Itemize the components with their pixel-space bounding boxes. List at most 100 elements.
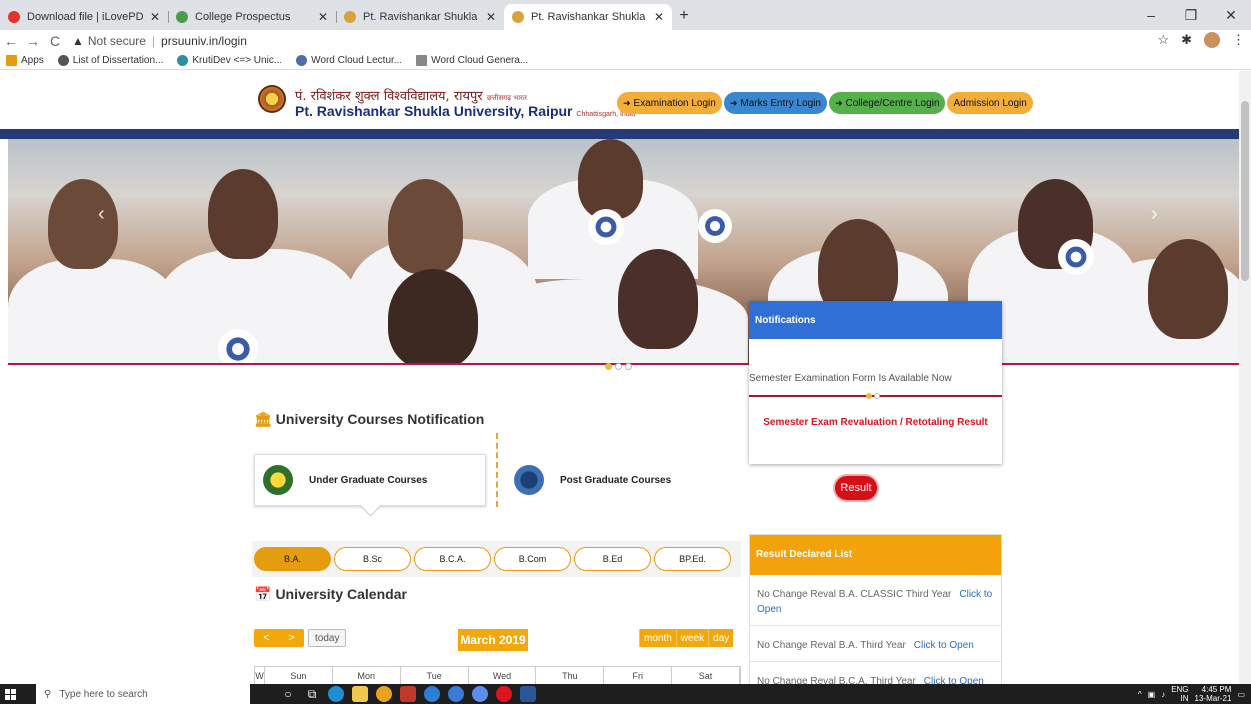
tab-close-icon[interactable]: ✕ (654, 10, 664, 24)
cortana-icon[interactable]: ○ (280, 686, 296, 702)
not-secure-warning-icon[interactable]: ▲ (72, 34, 84, 48)
bookmark-apps[interactable]: Apps (6, 55, 44, 66)
word-icon[interactable] (520, 686, 536, 702)
pill-bca[interactable]: B.C.A. (414, 547, 491, 571)
app-icon[interactable] (400, 686, 416, 702)
page-scrollbar[interactable] (1239, 71, 1251, 684)
admission-login-button[interactable]: Admission Login (947, 92, 1033, 114)
profile-avatar[interactable] (1204, 32, 1220, 48)
pill-bcom[interactable]: B.Com (494, 547, 571, 571)
result-text: No Change Reval B.C.A. Third Year (757, 676, 916, 684)
browser-tab-college-prospectus[interactable]: College Prospectus ✕ (168, 4, 336, 30)
tab-close-icon[interactable]: ✕ (486, 10, 496, 24)
tab-close-icon[interactable]: ✕ (150, 10, 160, 24)
app-icon[interactable] (448, 686, 464, 702)
network-icon[interactable]: ▣ (1148, 690, 1156, 699)
calendar-today-button[interactable]: today (308, 629, 347, 647)
view-day-button[interactable]: day (708, 629, 734, 647)
minimize-button[interactable]: – (1131, 0, 1171, 30)
marks-entry-login-button[interactable]: ➜ Marks Entry Login (723, 92, 827, 114)
university-name-english: Pt. Ravishankar Shukla University, Raipu… (295, 103, 635, 119)
weekday-header: Sat (672, 667, 740, 684)
tray-chevron-icon[interactable]: ^ (1138, 690, 1142, 699)
pill-bsc[interactable]: B.Sc (334, 547, 411, 571)
revaluation-result-link[interactable]: Semester Exam Revaluation / Retotaling R… (749, 417, 1002, 428)
slider-next-icon[interactable]: › (1151, 203, 1158, 226)
bookmark-star-icon[interactable]: ☆ (1157, 32, 1169, 48)
opera-icon[interactable] (496, 686, 512, 702)
view-month-button[interactable]: month (639, 629, 676, 647)
notification-dots (866, 393, 880, 399)
college-centre-login-button[interactable]: ➜ College/Centre Login (828, 92, 946, 114)
cloud-icon (296, 55, 308, 66)
app-icon[interactable] (424, 686, 440, 702)
app-icon[interactable] (472, 686, 488, 702)
click-to-open-link[interactable]: Click to Open (924, 676, 984, 684)
click-to-open-link[interactable]: Click to Open (914, 640, 974, 651)
address-bar[interactable]: ▲ Not secure | prsuuniv.in/login (72, 34, 247, 48)
taskbar-search[interactable]: ⚲ Type here to search (36, 684, 250, 704)
courses-section-title: 🏛 University Courses Notification (254, 411, 484, 428)
search-placeholder: Type here to search (59, 688, 148, 700)
calendar-next-button[interactable]: > (288, 632, 294, 644)
photo-figure (158, 249, 358, 363)
ilovepdf-favicon-icon (8, 11, 20, 23)
toolbar-actions: ☆ ✱ ⋮ (1157, 32, 1245, 48)
weekday-header: Fri (604, 667, 673, 684)
pill-bped[interactable]: BP.Ed. (654, 547, 731, 571)
edge-icon[interactable] (328, 686, 344, 702)
bookmarks-bar: Apps List of Dissertation... KrutiDev <=… (0, 52, 1251, 70)
university-name-hindi: पं. रविशंकर शुक्ल विश्वविद्यालय, रायपुर … (295, 86, 527, 104)
slider-dot[interactable] (615, 363, 622, 370)
maximize-button[interactable]: ❐ (1171, 0, 1211, 30)
menu-icon[interactable]: ⋮ (1232, 32, 1245, 48)
university-logo[interactable] (258, 85, 286, 113)
post-graduate-tab[interactable]: Post Graduate Courses (514, 454, 734, 506)
slider-dot[interactable] (605, 363, 612, 370)
notification-dot[interactable] (874, 393, 880, 399)
taskbar-clock[interactable]: 4:45 PM 13-Mar-21 (1195, 685, 1232, 703)
slider-prev-icon[interactable]: ‹ (98, 203, 105, 226)
bookmark-dissertation[interactable]: List of Dissertation... (57, 55, 163, 66)
graduate-cap-icon (263, 465, 293, 495)
result-declared-panel: Result Declared List No Change Reval B.A… (749, 534, 1002, 684)
result-button[interactable]: Result (835, 476, 877, 500)
file-explorer-icon[interactable] (352, 686, 368, 702)
bookmark-word-cloud-generator[interactable]: Word Cloud Genera... (416, 55, 528, 66)
forward-button[interactable]: → (22, 33, 44, 49)
windows-taskbar: ⚲ Type here to search ○ ⧉ ^ ▣ ♪ ENG IN 4:… (0, 684, 1251, 704)
examination-login-button[interactable]: ➜ Examination Login (617, 92, 722, 114)
browser-tab-ilovepdf[interactable]: Download file | iLovePDF ✕ (0, 4, 168, 30)
view-week-button[interactable]: week (675, 629, 709, 647)
calendar-prev-button[interactable]: < (263, 632, 269, 644)
notification-item[interactable]: Semester Examination Form Is Available N… (749, 373, 952, 384)
bookmark-word-cloud-lecture[interactable]: Word Cloud Lectur... (296, 55, 402, 66)
bookmark-label: Apps (21, 55, 44, 66)
volume-icon[interactable]: ♪ (1161, 690, 1165, 699)
notification-dot[interactable] (866, 393, 872, 399)
pill-ba[interactable]: B.A. (254, 547, 331, 571)
new-tab-button[interactable]: + (672, 4, 696, 30)
url-text[interactable]: prsuuniv.in/login (161, 34, 247, 48)
under-graduate-tab[interactable]: Under Graduate Courses (254, 454, 486, 506)
extensions-icon[interactable]: ✱ (1181, 32, 1192, 48)
language-indicator[interactable]: ENG IN (1171, 685, 1188, 703)
windows-start-icon[interactable] (0, 684, 20, 704)
back-button[interactable]: ← (0, 33, 22, 49)
browser-tab-prsu[interactable]: Pt. Ravishankar Shukla University ✕ (336, 4, 504, 30)
reload-button[interactable]: C (44, 33, 66, 49)
prsu-favicon-icon (512, 11, 524, 23)
slider-dot[interactable] (625, 363, 632, 370)
scrollbar-thumb[interactable] (1241, 101, 1249, 281)
task-view-icon[interactable]: ⧉ (304, 686, 320, 702)
pill-bed[interactable]: B.Ed (574, 547, 651, 571)
tab-close-icon[interactable]: ✕ (318, 10, 328, 24)
header-divider-bar (0, 129, 1239, 139)
shirt-emblem (1058, 239, 1094, 275)
photo-figure (208, 169, 278, 259)
chrome-icon[interactable] (376, 686, 392, 702)
notifications-icon[interactable]: ▭ (1237, 690, 1245, 699)
close-window-button[interactable]: ✕ (1211, 0, 1251, 30)
browser-tab-prsu-active[interactable]: Pt. Ravishankar Shukla Universit ✕ (504, 4, 672, 30)
bookmark-krutidev[interactable]: KrutiDev <=> Unic... (177, 55, 282, 66)
